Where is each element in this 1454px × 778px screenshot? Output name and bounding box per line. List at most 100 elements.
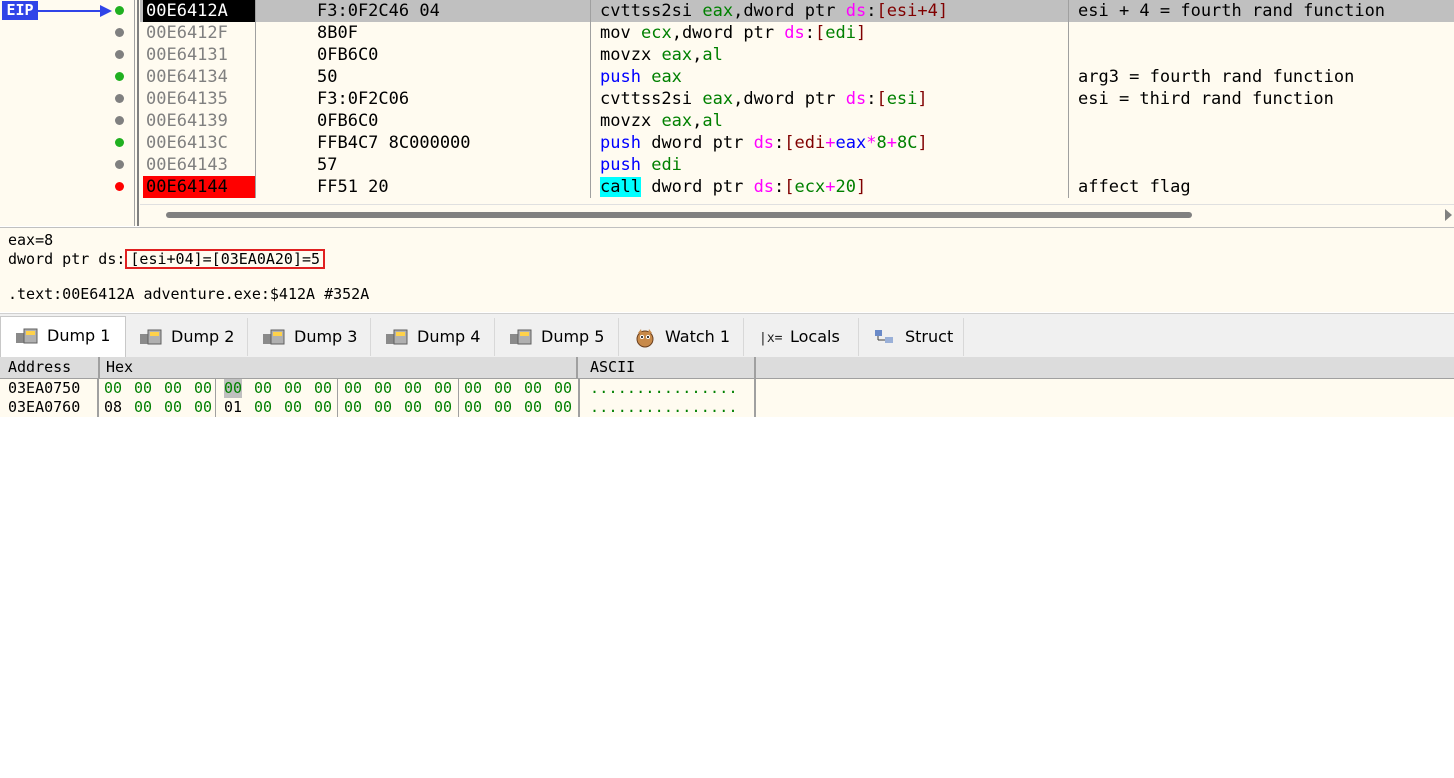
- hex-byte[interactable]: 00: [164, 379, 182, 398]
- hex-byte[interactable]: 00: [374, 379, 392, 398]
- hex-byte[interactable]: 00: [194, 398, 212, 417]
- hex-byte[interactable]: 00: [524, 398, 542, 417]
- dump-header: Address Hex ASCII: [0, 357, 1454, 379]
- watch-icon: [636, 329, 654, 348]
- horizontal-scrollbar[interactable]: [140, 204, 1454, 227]
- row-bytes: 0FB6C0: [317, 45, 379, 65]
- tab-dump-4[interactable]: Dump 4: [371, 318, 495, 356]
- row-instruction: push dword ptr ds:[edi+eax*8+8C]: [600, 133, 928, 153]
- info-pane: eax=8 dword ptr ds: [esi+04]=[03EA0A20]=5…: [0, 227, 1454, 312]
- row-comment: affect flag: [1078, 177, 1191, 197]
- row-address: 00E64135: [146, 89, 228, 109]
- instruction-row[interactable]: 00E6413C FFB4C7 8C000000 push dword ptr …: [140, 132, 1454, 154]
- scrollbar-thumb[interactable]: [166, 212, 1192, 218]
- column-header-hex[interactable]: Hex: [98, 357, 578, 378]
- tab-locals[interactable]: |x=| Locals: [744, 318, 859, 356]
- dump-icon: [386, 329, 408, 345]
- instruction-row[interactable]: 00E64139 0FB6C0 movzx eax,al: [140, 110, 1454, 132]
- hex-byte[interactable]: 00: [404, 379, 422, 398]
- hex-byte[interactable]: 08: [104, 398, 122, 417]
- tab-dump-2[interactable]: Dump 2: [125, 318, 248, 356]
- row-instruction: cvttss2si eax,dword ptr ds:[esi]: [600, 89, 928, 109]
- tab-bar: Dump 1 Dump 2 Dump 3 Dump 4 Dump 5 Watch…: [0, 313, 1454, 358]
- row-address: 00E64144: [143, 176, 256, 198]
- breakpoint-dot-icon[interactable]: [115, 50, 124, 59]
- hex-byte[interactable]: 00: [524, 379, 542, 398]
- instruction-row[interactable]: 00E6412F 8B0F mov ecx,dword ptr ds:[edi]: [140, 22, 1454, 44]
- instruction-row[interactable]: 00E64144 FF51 20 call dword ptr ds:[ecx+…: [140, 176, 1454, 198]
- hex-byte[interactable]: 00: [344, 379, 362, 398]
- hex-byte[interactable]: 00: [434, 379, 452, 398]
- hex-byte[interactable]: 00: [134, 398, 152, 417]
- row-address: 00E64139: [146, 111, 228, 131]
- tab-dump-3[interactable]: Dump 3: [248, 318, 371, 356]
- dump-row-ascii[interactable]: ................: [590, 398, 738, 417]
- hex-byte[interactable]: 00: [254, 379, 272, 398]
- info-location: .text:00E6412A adventure.exe:$412A #352A: [8, 285, 370, 303]
- dump-row[interactable]: 03EA0760 08 00 00 00 01 00 00 00 00 00 0…: [0, 398, 738, 417]
- hex-byte[interactable]: 00: [494, 398, 512, 417]
- dump-row-ascii[interactable]: ................: [590, 379, 738, 398]
- hex-byte[interactable]: 00: [254, 398, 272, 417]
- hex-byte[interactable]: 00: [284, 398, 302, 417]
- row-comment: esi + 4 = fourth rand function: [1078, 1, 1386, 21]
- breakpoint-dot-icon[interactable]: [115, 182, 124, 191]
- eip-arrow-icon: [38, 5, 112, 17]
- row-bytes: F3:0F2C46 04: [317, 1, 440, 21]
- gutter-divider: [137, 0, 139, 226]
- breakpoint-dot-icon[interactable]: [115, 28, 124, 37]
- hex-byte[interactable]: 00: [104, 379, 122, 398]
- hex-byte[interactable]: 00: [464, 379, 482, 398]
- gutter: EIP: [0, 0, 135, 226]
- hex-byte[interactable]: 00: [554, 379, 572, 398]
- tab-dump-1[interactable]: Dump 1: [0, 316, 126, 358]
- disassembly-pane[interactable]: EIP 00E6412A F3:0F2C46 04 cvttss2si eax,…: [0, 0, 1454, 227]
- breakpoint-dot-icon[interactable]: [115, 6, 124, 15]
- dump-icon: [140, 329, 162, 345]
- instruction-row[interactable]: 00E64134 50 push eax arg3 = fourth rand …: [140, 66, 1454, 88]
- row-instruction: movzx eax,al: [600, 111, 723, 131]
- breakpoint-dot-icon[interactable]: [115, 72, 124, 81]
- tab-watch-1[interactable]: Watch 1: [619, 318, 744, 356]
- instruction-row[interactable]: 00E64131 0FB6C0 movzx eax,al: [140, 44, 1454, 66]
- row-instruction: cvttss2si eax,dword ptr ds:[esi+4]: [600, 1, 949, 21]
- tab-dump-5[interactable]: Dump 5: [495, 318, 619, 356]
- svg-text:|x=|: |x=|: [759, 331, 784, 346]
- hex-byte[interactable]: 00: [224, 379, 243, 398]
- breakpoint-dot-icon[interactable]: [115, 116, 124, 125]
- hex-byte[interactable]: 00: [314, 379, 332, 398]
- instruction-row[interactable]: 00E6412A F3:0F2C46 04 cvttss2si eax,dwor…: [140, 0, 1454, 22]
- hex-byte[interactable]: 00: [344, 398, 362, 417]
- hex-byte[interactable]: 00: [284, 379, 302, 398]
- hex-byte[interactable]: 00: [464, 398, 482, 417]
- hex-byte[interactable]: 00: [314, 398, 332, 417]
- hex-byte[interactable]: 01: [224, 398, 242, 417]
- dump-pane[interactable]: Address Hex ASCII 03EA0750 00 00 00 00 0…: [0, 357, 1454, 417]
- hex-byte[interactable]: 00: [494, 379, 512, 398]
- hex-byte[interactable]: 00: [374, 398, 392, 417]
- instruction-row[interactable]: 00E64143 57 push edi: [140, 154, 1454, 176]
- info-register-value: eax=8: [8, 231, 54, 249]
- hex-byte[interactable]: 00: [164, 398, 182, 417]
- dump-icon: [16, 328, 38, 344]
- column-header-address[interactable]: Address: [0, 357, 100, 378]
- breakpoint-dot-icon[interactable]: [115, 94, 124, 103]
- breakpoint-dot-icon[interactable]: [115, 160, 124, 169]
- hex-byte[interactable]: 00: [554, 398, 572, 417]
- dump-icon: [510, 329, 532, 345]
- row-address: 00E6413C: [146, 133, 228, 153]
- row-address: 00E64131: [146, 45, 228, 65]
- breakpoint-dot-icon[interactable]: [115, 138, 124, 147]
- hex-byte[interactable]: 00: [404, 398, 422, 417]
- instruction-list[interactable]: 00E6412A F3:0F2C46 04 cvttss2si eax,dwor…: [140, 0, 1454, 198]
- dump-row[interactable]: 03EA0750 00 00 00 00 00 00 00 00 00 00 0…: [0, 379, 738, 398]
- row-instruction: movzx eax,al: [600, 45, 723, 65]
- column-header-ascii[interactable]: ASCII: [582, 357, 756, 378]
- tab-struct[interactable]: Struct: [859, 318, 964, 356]
- instruction-row[interactable]: 00E64135 F3:0F2C06 cvttss2si eax,dword p…: [140, 88, 1454, 110]
- scroll-right-arrow-icon[interactable]: [1445, 209, 1452, 221]
- hex-byte[interactable]: 00: [134, 379, 152, 398]
- row-comment: esi = third rand function: [1078, 89, 1334, 109]
- hex-byte[interactable]: 00: [434, 398, 452, 417]
- hex-byte[interactable]: 00: [194, 379, 212, 398]
